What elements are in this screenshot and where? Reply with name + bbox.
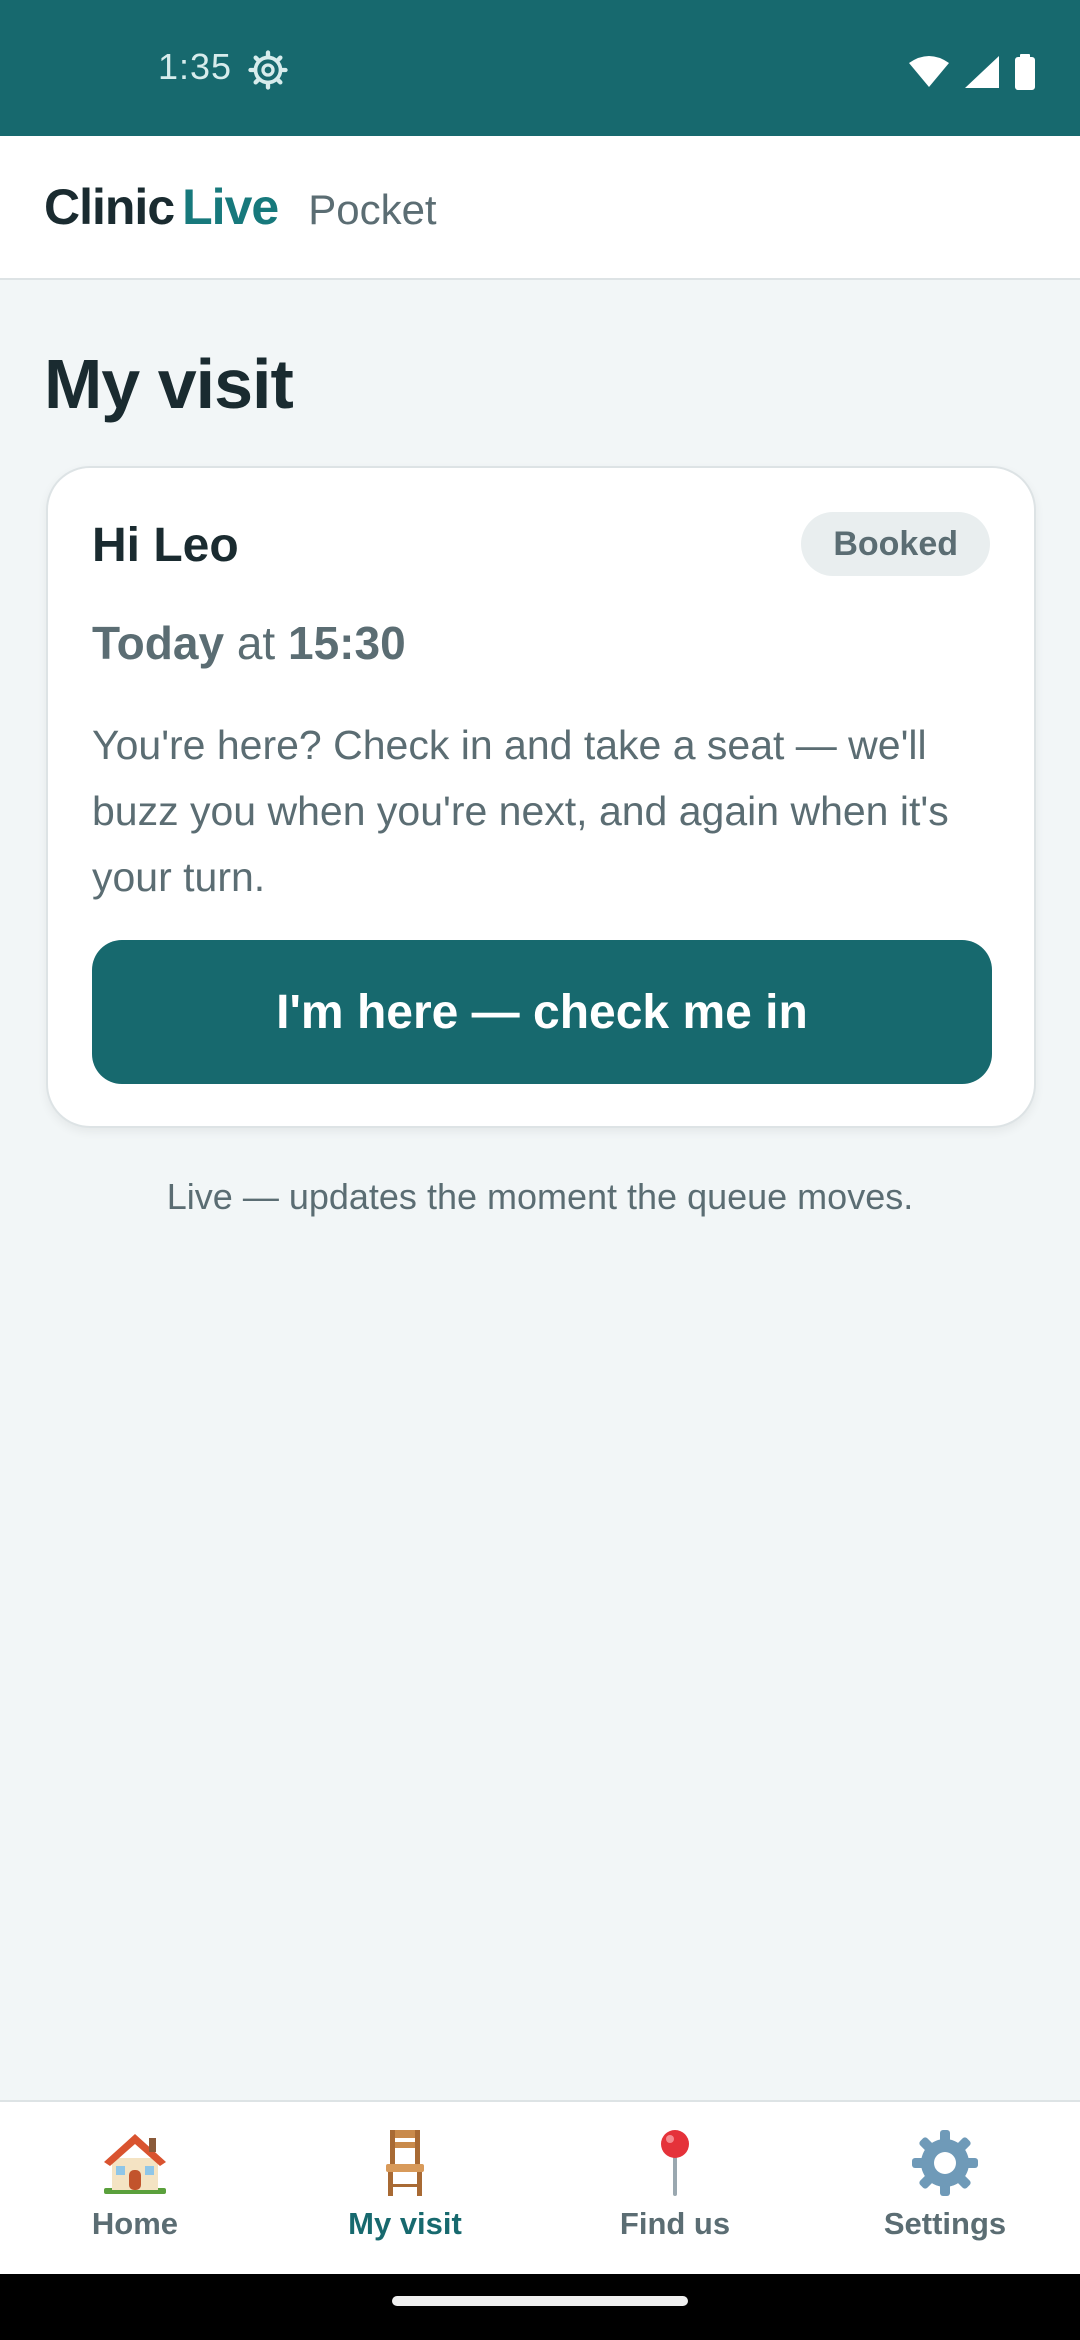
- settings-gear-icon: [248, 50, 288, 90]
- brand-logo[interactable]: Clinic Live Pocket: [44, 178, 437, 236]
- cell-signal-icon: [965, 56, 999, 88]
- brand-name-live: Live: [182, 179, 279, 235]
- battery-icon: [1015, 54, 1035, 90]
- visit-card: Hi Leo Booked Today at 15:30 You're here…: [46, 466, 1036, 1128]
- nav-item-home[interactable]: Home: [0, 2102, 270, 2274]
- map-pin-icon: [661, 2130, 689, 2196]
- house-icon: [104, 2134, 166, 2194]
- home-gesture-handle[interactable]: [392, 2296, 688, 2306]
- system-gesture-bar: [0, 2274, 1080, 2340]
- page-title: My visit: [44, 345, 294, 423]
- nav-item-find-us[interactable]: Find us: [540, 2102, 810, 2274]
- appointment-day: Today: [92, 617, 225, 669]
- gear-icon: [912, 2130, 978, 2196]
- nav-label-find-us: Find us: [619, 2206, 731, 2241]
- status-bar: 1:35: [0, 0, 1080, 136]
- app-header: Clinic Live Pocket: [0, 136, 1080, 280]
- checkin-instructions: You're here? Check in and take a seat — …: [92, 722, 949, 900]
- nav-label-home: Home: [91, 2206, 179, 2241]
- appointment-time: Today at 15:30: [92, 616, 406, 670]
- appointment-at: at: [236, 617, 276, 669]
- nav-item-my-visit[interactable]: My visit: [270, 2102, 540, 2274]
- appointment-clock: 15:30: [288, 617, 406, 669]
- greeting: Hi Leo: [92, 519, 239, 572]
- status-badge: Booked: [801, 512, 990, 576]
- chair-icon: [386, 2130, 424, 2196]
- brand-subtitle: Pocket: [308, 186, 437, 233]
- check-in-button[interactable]: I'm here — check me in: [92, 940, 992, 1084]
- wifi-icon: [909, 56, 949, 87]
- live-update-note: Live — updates the moment the queue move…: [166, 1176, 914, 1217]
- status-time: 1:35: [158, 46, 233, 87]
- bottom-nav: Home My visit Find us Settings: [0, 2100, 1080, 2274]
- nav-label-settings: Settings: [883, 2206, 1007, 2241]
- brand-name-clinic: Clinic: [44, 179, 175, 235]
- nav-item-settings[interactable]: Settings: [810, 2102, 1080, 2274]
- status-icons: [908, 54, 1036, 90]
- nav-label-my-visit: My visit: [348, 2206, 462, 2241]
